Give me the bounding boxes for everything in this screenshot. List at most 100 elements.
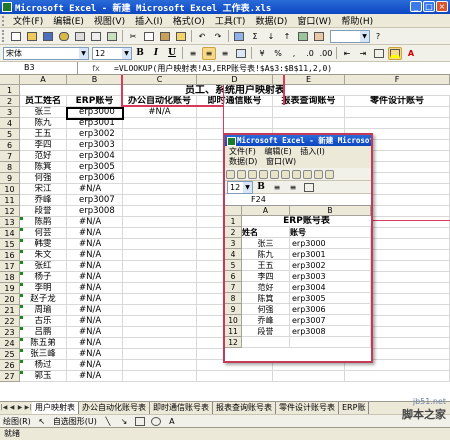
print-icon[interactable] <box>259 169 268 179</box>
empty-cell[interactable] <box>197 371 273 382</box>
row-header[interactable]: 8 <box>0 162 20 173</box>
copy-icon[interactable] <box>142 30 156 43</box>
erp-cell[interactable]: erp3007 <box>67 195 123 206</box>
chart-wizard-icon[interactable] <box>296 30 310 43</box>
oa-cell[interactable] <box>123 228 197 239</box>
empty-cell[interactable] <box>345 107 450 118</box>
menu-view[interactable]: 视图(V) <box>89 14 130 27</box>
oa-cell[interactable] <box>123 305 197 316</box>
column-header-d[interactable]: D <box>197 75 273 85</box>
currency-icon[interactable]: ¥ <box>255 47 269 60</box>
oa-cell[interactable] <box>123 316 197 327</box>
percent-icon[interactable]: % <box>271 47 285 60</box>
overlay-column-header-a[interactable]: A <box>242 206 290 216</box>
empty-cell[interactable] <box>197 118 273 129</box>
name-box[interactable]: B3 <box>0 62 78 74</box>
menu-help[interactable]: 帮助(H) <box>336 14 378 27</box>
erp-cell[interactable]: erp3006 <box>67 173 123 184</box>
header-cell-name[interactable]: 员工姓名 <box>20 96 67 107</box>
increase-decimal-icon[interactable]: .0 <box>303 47 317 60</box>
format-painter-icon[interactable] <box>174 30 188 43</box>
next-sheet-icon[interactable]: ▶ <box>16 404 24 413</box>
name-cell[interactable]: 杨过 <box>20 360 67 371</box>
font-size-combo[interactable]: 12 ▼ <box>92 46 132 60</box>
menu-tools[interactable]: 工具(T) <box>210 14 251 27</box>
print-icon[interactable] <box>73 30 87 43</box>
name-cell[interactable]: 郭玉 <box>20 371 67 382</box>
oa-cell[interactable] <box>123 217 197 228</box>
name-cell[interactable]: 何强 <box>20 173 67 184</box>
name-cell[interactable]: 韩雯 <box>20 239 67 250</box>
erp-header-account[interactable]: 账号 <box>290 227 371 238</box>
erp-header-name[interactable]: 姓名 <box>242 227 290 238</box>
erp-name-cell[interactable]: 乔峰 <box>242 315 290 326</box>
erp-cell[interactable]: #N/A <box>67 217 123 228</box>
erp-cell[interactable]: #N/A <box>67 327 123 338</box>
row-header[interactable]: 13 <box>0 217 20 228</box>
oa-cell[interactable] <box>123 272 197 283</box>
permission-icon[interactable] <box>57 30 71 43</box>
name-cell[interactable]: 段誉 <box>20 206 67 217</box>
name-cell[interactable]: 陈箕 <box>20 162 67 173</box>
row-header[interactable]: 25 <box>0 349 20 360</box>
name-cell[interactable]: 张三峰 <box>20 349 67 360</box>
row-header[interactable]: 2 <box>225 227 242 238</box>
erp-cell[interactable]: #N/A <box>67 272 123 283</box>
name-cell[interactable]: 张红 <box>20 261 67 272</box>
name-cell[interactable]: 陈鹃 <box>20 217 67 228</box>
print-preview-icon[interactable] <box>89 30 103 43</box>
erp-cell[interactable]: #N/A <box>67 294 123 305</box>
underline-button[interactable]: U <box>165 47 179 60</box>
font-color-icon[interactable]: A <box>404 47 418 60</box>
redo-icon[interactable]: ↷ <box>211 30 225 43</box>
sort-descending-icon[interactable]: ↑ <box>280 30 294 43</box>
arrow-icon[interactable]: ↘ <box>117 415 131 428</box>
paste-icon[interactable] <box>158 30 172 43</box>
erp-name-cell[interactable]: 段誉 <box>242 326 290 337</box>
header-cell-design[interactable]: 零件设计账号 <box>345 96 450 107</box>
erp-name-cell[interactable]: 陈九 <box>242 249 290 260</box>
name-cell[interactable]: 李四 <box>20 140 67 151</box>
erp-cell[interactable]: erp3002 <box>67 129 123 140</box>
select-all-corner[interactable] <box>0 75 20 85</box>
row-header[interactable]: 14 <box>0 228 20 239</box>
header-cell-erp[interactable]: ERP账号 <box>67 96 123 107</box>
row-header[interactable]: 2 <box>0 96 20 107</box>
row-header[interactable]: 4 <box>225 249 242 260</box>
oa-cell[interactable] <box>123 184 197 195</box>
name-cell[interactable]: 王五 <box>20 129 67 140</box>
erp-account-cell[interactable]: erp3007 <box>290 315 371 326</box>
oa-cell[interactable] <box>123 239 197 250</box>
help-icon[interactable]: ? <box>371 30 385 43</box>
erp-account-cell[interactable]: erp3003 <box>290 271 371 282</box>
last-sheet-icon[interactable]: ▶| <box>24 404 32 413</box>
erp-account-cell[interactable]: erp3004 <box>290 282 371 293</box>
autoshapes-menu[interactable]: 自选图形(U) <box>53 416 97 427</box>
erp-account-cell[interactable]: erp3002 <box>290 260 371 271</box>
undo-icon[interactable]: ↶ <box>195 30 209 43</box>
erp-cell[interactable]: #N/A <box>67 305 123 316</box>
row-header[interactable]: 12 <box>0 206 20 217</box>
column-header-b[interactable]: B <box>67 75 123 85</box>
bold-button[interactable]: B <box>133 47 147 60</box>
row-header[interactable]: 11 <box>0 195 20 206</box>
sort-ascending-icon[interactable]: ↓ <box>264 30 278 43</box>
menu-edit[interactable]: 编辑(E) <box>48 14 89 27</box>
oa-cell[interactable] <box>123 327 197 338</box>
menu-insert[interactable]: 插入(I) <box>130 14 168 27</box>
select-objects-icon[interactable]: ↖ <box>35 415 49 428</box>
row-header[interactable]: 1 <box>0 85 20 96</box>
empty-cell[interactable] <box>273 371 345 382</box>
fx-icon[interactable]: fx <box>78 64 114 73</box>
row-header[interactable]: 9 <box>0 173 20 184</box>
row-header[interactable]: 10 <box>0 184 20 195</box>
merge-center-icon[interactable] <box>234 47 248 60</box>
oval-icon[interactable] <box>149 415 163 428</box>
minimize-button[interactable]: _ <box>410 1 422 12</box>
overlay-column-header-b[interactable]: B <box>290 206 371 216</box>
name-cell[interactable]: 古乐 <box>20 316 67 327</box>
comma-style-icon[interactable]: , <box>287 47 301 60</box>
erp-account-cell[interactable]: erp3005 <box>290 293 371 304</box>
align-center-icon[interactable]: ≡ <box>202 46 216 60</box>
name-cell[interactable]: 范好 <box>20 151 67 162</box>
